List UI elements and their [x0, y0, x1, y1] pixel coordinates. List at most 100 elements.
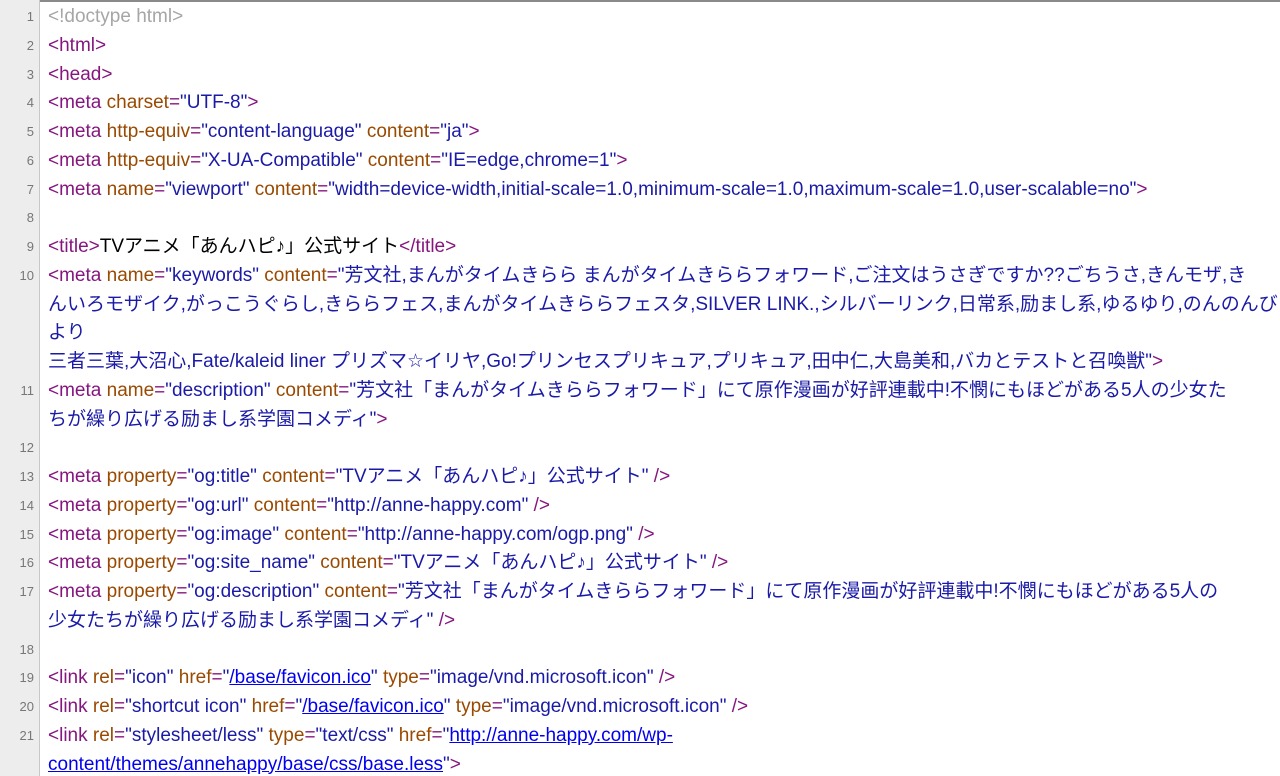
value-token: "content-language": [201, 121, 362, 142]
tag-token: =: [176, 581, 188, 602]
tag-token: =: [168, 92, 181, 114]
source-line: 7 <meta name="viewport" content="width=de…: [0, 176, 1280, 205]
value-token: "description": [165, 379, 271, 401]
tag-token: =: [284, 696, 296, 717]
line-code: <title>TVアニメ「あんハピ♪」公式サイト</title>: [48, 233, 1280, 262]
line-number: 11: [20, 382, 35, 398]
tag-token: =: [176, 523, 188, 545]
tag-token: <title>: [48, 236, 100, 257]
text-token: TVアニメ「あんハピ♪」公式サイト: [99, 236, 400, 257]
tag-token: <meta: [48, 494, 107, 516]
tag-token: =: [154, 264, 166, 286]
tag-token: <html>: [48, 34, 107, 56]
attribute-token: content: [366, 121, 430, 142]
attribute-token: type: [455, 696, 492, 717]
source-line: 14 <meta property="og:url" content="http:…: [0, 492, 1280, 521]
source-line: 16 <meta property="og:site_name" content=…: [0, 549, 1280, 578]
attribute-token: content: [253, 494, 317, 516]
attribute-token: name: [106, 178, 155, 200]
source-line: 2 <html>: [0, 32, 1280, 61]
source-line: 18: [0, 636, 1280, 665]
tag-token: <meta: [48, 92, 107, 114]
line-code: [48, 636, 1280, 665]
tag-token: <link: [48, 696, 93, 717]
value-token: "viewport": [165, 178, 250, 200]
attribute-token: type: [268, 724, 305, 746]
source-line: 20 <link rel="shortcut icon" href="/base/…: [0, 693, 1280, 722]
attribute-token: rel: [92, 696, 115, 717]
attribute-token: content: [264, 264, 327, 286]
tag-token: />: [528, 494, 550, 516]
tag-token: =: [176, 552, 188, 574]
attribute-token: property: [106, 494, 177, 516]
attribute-token: content: [275, 379, 339, 401]
source-line: 5 <meta http-equiv="content-language" con…: [0, 118, 1280, 147]
tag-token: />: [726, 696, 749, 717]
line-number: 2: [26, 37, 34, 53]
source-link[interactable]: /base/favicon.ico: [302, 696, 444, 717]
line-code: <meta property="og:description" content=…: [48, 578, 1280, 636]
attribute-token: property: [106, 552, 177, 574]
line-number: 15: [19, 526, 34, 542]
line-number: 17: [19, 584, 34, 599]
view-source-window: 1 <!doctype html> 2 <html> 3 <head> 4 <meta cha…: [0, 0, 1280, 776]
tag-token: <meta: [48, 379, 107, 401]
line-number: 8: [26, 210, 34, 226]
line-code: <link rel="stylesheet/less" type="text/c…: [48, 722, 1280, 776]
source-line: 21 <link rel="stylesheet/less" type="text…: [0, 722, 1280, 776]
source-line: 1 <!doctype html>: [0, 3, 1280, 32]
tag-token: =: [326, 264, 338, 286]
line-code: <meta charset="UTF-8">: [48, 89, 1280, 118]
tag-token: >: [1152, 351, 1164, 372]
tag-token: >: [376, 408, 388, 430]
tag-token: =: [430, 149, 442, 171]
attribute-token: content: [284, 523, 347, 545]
source-link[interactable]: content/themes/annehappy/base/css/base.l…: [48, 754, 443, 775]
line-code: <meta property="og:url" content="http://…: [48, 492, 1280, 521]
tag-token: =: [114, 696, 126, 717]
tag-token: =: [190, 149, 202, 171]
tag-token: <meta: [48, 581, 107, 602]
value-token: "芳文社「まんがタイムきららフォワード」にて原作漫画が好評連載中!不憫にもほどが…: [349, 379, 1227, 401]
tag-token: =: [386, 581, 398, 602]
source-link[interactable]: http://anne-happy.com/wp-: [449, 725, 673, 746]
source-line: 17 <meta property="og:description" conten…: [0, 578, 1280, 636]
line-code: [48, 204, 1280, 233]
value-token: "image/vnd.microsoft.icon": [429, 667, 654, 689]
line-number: 9: [26, 239, 34, 254]
tag-token: =: [154, 379, 166, 401]
tag-token: =: [338, 379, 350, 401]
tag-token: =: [317, 178, 329, 200]
tag-token: <link: [48, 724, 93, 746]
source-link[interactable]: /base/favicon.ico: [229, 667, 371, 688]
tag-token: />: [706, 552, 729, 574]
line-number: 6: [26, 152, 34, 168]
value-token: "http://anne-happy.com": [327, 494, 529, 516]
attribute-token: href: [398, 724, 432, 746]
value-token: "icon": [125, 667, 174, 689]
value-token: "og:description": [187, 581, 320, 602]
line-number: 1: [26, 9, 34, 24]
tag-token: <head>: [48, 63, 113, 85]
value-token: "text/css": [315, 724, 394, 746]
line-number: 21: [19, 727, 34, 743]
source-line: 3 <head>: [0, 61, 1280, 90]
tag-token: =: [176, 466, 188, 487]
tag-token: =: [429, 121, 441, 142]
line-code: <meta name="keywords" content="芳文社,まんがタイ…: [48, 262, 1280, 377]
value-token: "芳文社,まんがタイムきらら まんがタイムきららフォワード,ご注文はうさぎですか…: [337, 264, 1247, 286]
tag-token: <meta: [48, 149, 107, 171]
line-number: 20: [19, 699, 34, 714]
line-code: <meta property="og:site_name" content="T…: [48, 549, 1280, 578]
value-token: "og:title": [187, 466, 257, 487]
value-token: "shortcut icon": [125, 696, 247, 717]
source-lines: 1 <!doctype html> 2 <html> 3 <head> 4 <meta cha…: [0, 3, 1280, 776]
value-token: "IE=edge,chrome=1": [441, 149, 617, 171]
attribute-token: content: [367, 149, 431, 171]
attribute-token: property: [106, 523, 177, 545]
value-token: "width=device-width,initial-scale=1.0,mi…: [328, 178, 1137, 200]
value-token: "ja": [440, 121, 469, 142]
tag-token: />: [433, 609, 456, 631]
source-line: 12: [0, 434, 1280, 463]
tag-token: =: [324, 466, 336, 487]
